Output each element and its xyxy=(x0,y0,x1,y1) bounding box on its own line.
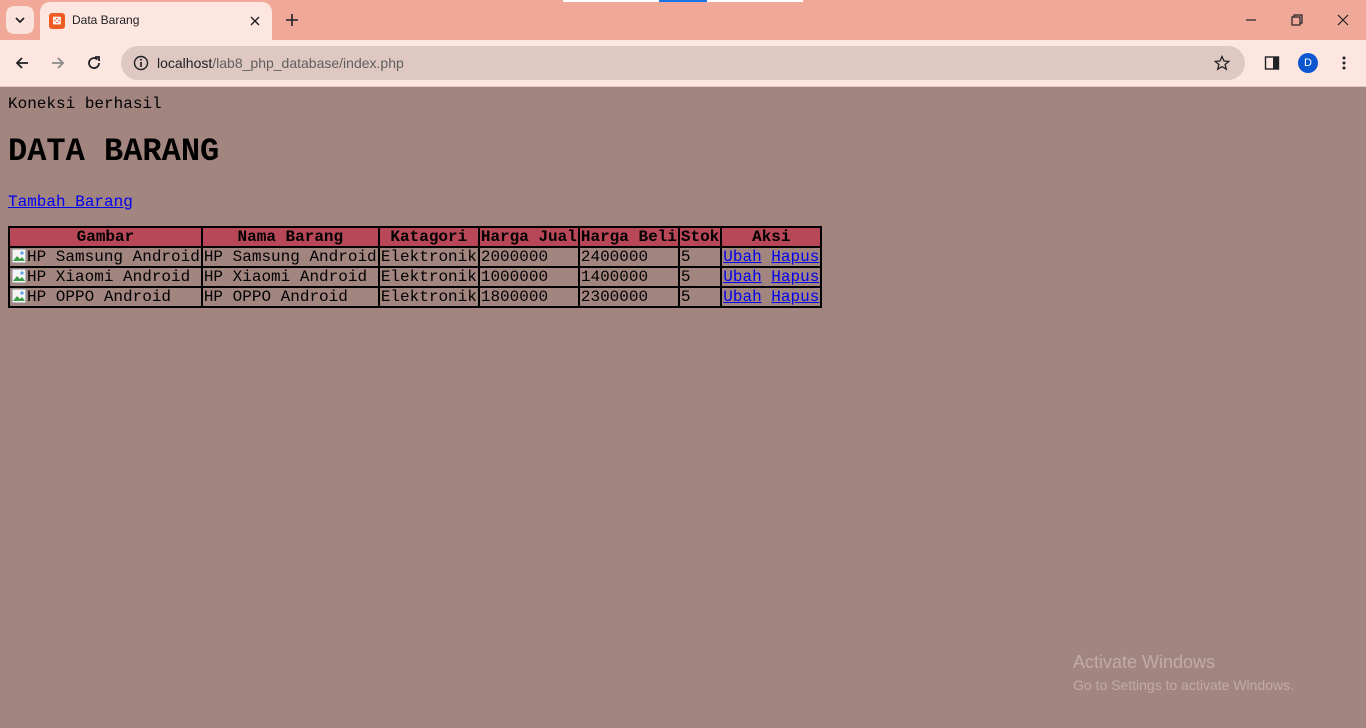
image-alt-text: HP Samsung Android xyxy=(27,248,200,266)
close-tab-button[interactable] xyxy=(246,12,264,30)
image-cell: HP Xiaomi Android xyxy=(8,266,203,288)
url-path: /lab8_php_database/index.php xyxy=(212,55,404,71)
side-panel-button[interactable] xyxy=(1260,51,1284,75)
reload-icon xyxy=(88,56,100,69)
delete-link[interactable]: Hapus xyxy=(771,288,819,306)
chevron-down-icon xyxy=(15,17,25,24)
back-button[interactable] xyxy=(10,51,34,75)
broken-image-icon xyxy=(11,268,27,284)
header-gambar: Gambar xyxy=(8,226,203,248)
restore-icon xyxy=(1291,14,1303,26)
browser-menu-button[interactable] xyxy=(1332,51,1356,75)
cell-kategori: Elektronik xyxy=(377,286,480,308)
page-title: DATA BARANG xyxy=(8,133,220,170)
side-panel-icon xyxy=(1264,56,1280,70)
tab-search-button[interactable] xyxy=(6,6,34,34)
address-bar[interactable]: localhost/lab8_php_database/index.php xyxy=(121,46,1245,80)
edit-link[interactable]: Ubah xyxy=(723,288,761,306)
watermark-title: Activate Windows xyxy=(1073,652,1216,672)
cell-kategori: Elektronik xyxy=(377,246,480,268)
plus-icon xyxy=(286,14,298,26)
minimize-button[interactable] xyxy=(1239,8,1263,32)
top-strip-accent xyxy=(659,0,707,2)
broken-image-icon xyxy=(11,288,27,304)
image-alt-text: HP Xiaomi Android xyxy=(27,268,191,286)
image-cell: HP Samsung Android xyxy=(8,246,203,268)
cell-harga-jual: 1800000 xyxy=(477,286,580,308)
cell-aksi: Ubah Hapus xyxy=(720,286,823,308)
edit-link[interactable]: Ubah xyxy=(723,248,761,266)
windows-activation-watermark: Activate Windows Go to Settings to activ… xyxy=(1073,652,1294,693)
close-window-button[interactable] xyxy=(1331,8,1355,32)
cell-aksi: Ubah Hapus xyxy=(720,246,823,268)
header-stok: Stok xyxy=(677,226,723,248)
cell-nama: HP Samsung Android xyxy=(200,246,380,268)
profile-avatar[interactable]: D xyxy=(1298,53,1318,73)
cell-stok: 5 xyxy=(677,286,723,308)
new-tab-button[interactable] xyxy=(280,8,304,32)
cell-stok: 5 xyxy=(677,246,723,268)
cell-nama: HP OPPO Android xyxy=(200,286,380,308)
cell-nama: HP Xiaomi Android xyxy=(200,266,380,288)
site-info-button[interactable] xyxy=(129,51,153,75)
cell-harga-beli: 2300000 xyxy=(577,286,680,308)
tab-strip: ⊠ Data Barang xyxy=(0,0,1366,40)
image-cell: HP OPPO Android xyxy=(8,286,203,308)
info-icon xyxy=(133,55,149,71)
more-vert-icon xyxy=(1342,56,1346,70)
delete-link[interactable]: Hapus xyxy=(771,268,819,286)
restore-button[interactable] xyxy=(1285,8,1309,32)
cell-aksi: Ubah Hapus xyxy=(720,266,823,288)
edit-link[interactable]: Ubah xyxy=(723,268,761,286)
add-item-link[interactable]: Tambah Barang xyxy=(8,193,133,211)
header-nama-barang: Nama Barang xyxy=(200,226,380,248)
cell-harga-beli: 1400000 xyxy=(577,266,680,288)
cell-harga-beli: 2400000 xyxy=(577,246,680,268)
star-icon xyxy=(1214,55,1230,71)
connection-status: Koneksi berhasil xyxy=(8,95,162,113)
arrow-right-icon xyxy=(52,57,65,69)
close-icon xyxy=(250,16,260,26)
page-content: Koneksi berhasil DATA BARANG Tambah Bara… xyxy=(0,87,1366,728)
watermark-subtitle: Go to Settings to activate Windows. xyxy=(1073,677,1294,693)
tab-title: Data Barang xyxy=(72,13,140,27)
cell-harga-jual: 2000000 xyxy=(477,246,580,268)
header-katagori: Katagori xyxy=(377,226,480,248)
table-row: HP Xiaomi Android HP Xiaomi Android Elek… xyxy=(8,266,823,288)
table-row: HP OPPO Android HP OPPO Android Elektron… xyxy=(8,286,823,308)
browser-toolbar: localhost/lab8_php_database/index.php D xyxy=(0,40,1366,87)
forward-button[interactable] xyxy=(46,51,70,75)
cell-harga-jual: 1000000 xyxy=(477,266,580,288)
cell-kategori: Elektronik xyxy=(377,266,480,288)
xampp-favicon-icon: ⊠ xyxy=(49,13,65,29)
minimize-icon xyxy=(1246,19,1256,21)
reload-button[interactable] xyxy=(82,51,106,75)
cell-stok: 5 xyxy=(677,266,723,288)
header-aksi: Aksi xyxy=(720,226,823,248)
broken-image-icon xyxy=(11,248,27,264)
active-tab[interactable]: ⊠ Data Barang xyxy=(40,2,272,40)
close-icon xyxy=(1337,14,1349,26)
url-text: localhost/lab8_php_database/index.php xyxy=(157,55,404,71)
image-alt-text: HP OPPO Android xyxy=(27,288,172,306)
delete-link[interactable]: Hapus xyxy=(771,248,819,266)
bookmark-button[interactable] xyxy=(1210,51,1234,75)
table-header-row: Gambar Nama Barang Katagori Harga Jual H… xyxy=(8,226,823,248)
header-harga-jual: Harga Jual xyxy=(477,226,580,248)
items-table: Gambar Nama Barang Katagori Harga Jual H… xyxy=(8,226,823,308)
table-row: HP Samsung Android HP Samsung Android El… xyxy=(8,246,823,268)
url-host: localhost xyxy=(157,55,213,71)
header-harga-beli: Harga Beli xyxy=(577,226,680,248)
arrow-left-icon xyxy=(15,57,28,69)
